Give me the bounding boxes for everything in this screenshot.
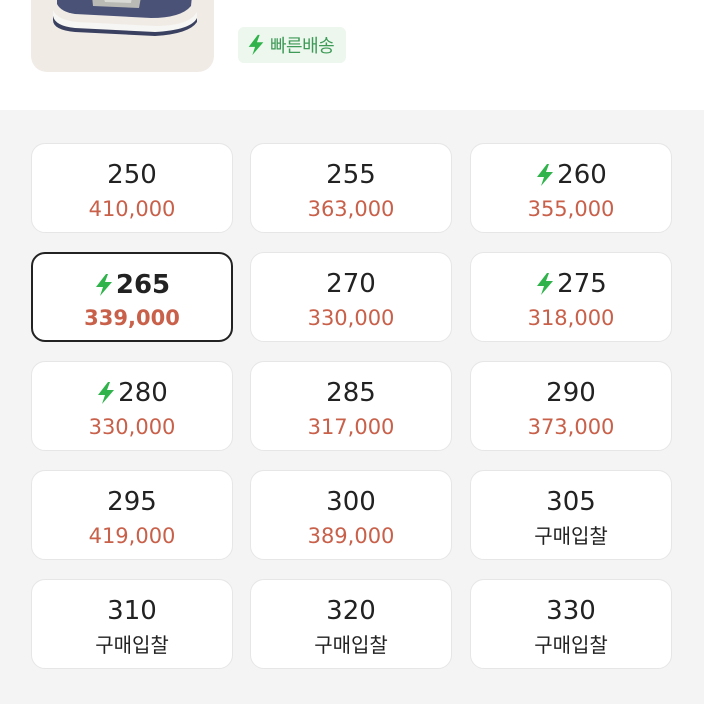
- size-row: 285: [251, 378, 451, 408]
- bid-label: 구매입찰: [95, 633, 169, 657]
- size-option-285[interactable]: 285 317,000: [250, 361, 452, 451]
- bid-label: 구매입찰: [534, 524, 608, 548]
- size-option-300[interactable]: 300 389,000: [250, 470, 452, 560]
- price-label: 363,000: [307, 197, 395, 221]
- size-grid: 250 410,000 255 363,000 260 355,000 265 339,000…: [0, 110, 704, 704]
- price-label: 410,000: [88, 197, 176, 221]
- price-label: 389,000: [307, 524, 395, 548]
- size-option-280[interactable]: 280 330,000: [31, 361, 233, 451]
- size-label: 295: [107, 487, 157, 517]
- size-option-270[interactable]: 270 330,000: [250, 252, 452, 342]
- product-header: 빠른배송: [0, 0, 704, 110]
- price-label: 317,000: [307, 415, 395, 439]
- size-label: 255: [326, 160, 376, 190]
- size-label: 290: [546, 378, 596, 408]
- fast-delivery-badge: 빠른배송: [238, 27, 347, 63]
- price-label: 355,000: [527, 197, 615, 221]
- size-row: 260: [471, 160, 671, 190]
- size-row: 300: [251, 487, 451, 517]
- size-option-255[interactable]: 255 363,000: [250, 143, 452, 233]
- size-option-265[interactable]: 265 339,000: [31, 252, 233, 342]
- size-label: 285: [326, 378, 376, 408]
- size-option-330[interactable]: 330 구매입찰: [470, 579, 672, 669]
- sneaker-image: [53, 0, 197, 36]
- size-label: 260: [557, 160, 607, 190]
- size-row: 270: [251, 269, 451, 299]
- size-label: 300: [326, 487, 376, 517]
- size-option-320[interactable]: 320 구매입찰: [250, 579, 452, 669]
- size-row: 255: [251, 160, 451, 190]
- size-option-260[interactable]: 260 355,000: [470, 143, 672, 233]
- price-label: 339,000: [84, 306, 180, 330]
- size-label: 330: [546, 596, 596, 626]
- size-row: 250: [32, 160, 232, 190]
- size-label: 250: [107, 160, 157, 190]
- size-row: 290: [471, 378, 671, 408]
- fast-delivery-label: 빠른배송: [270, 36, 335, 57]
- size-option-310[interactable]: 310 구매입찰: [31, 579, 233, 669]
- size-label: 305: [546, 487, 596, 517]
- lightning-icon: [98, 382, 115, 404]
- size-row: 265: [33, 270, 231, 300]
- size-label: 270: [326, 269, 376, 299]
- size-option-290[interactable]: 290 373,000: [470, 361, 672, 451]
- size-option-250[interactable]: 250 410,000: [31, 143, 233, 233]
- size-label: 310: [107, 596, 157, 626]
- price-label: 419,000: [88, 524, 176, 548]
- product-thumbnail[interactable]: [31, 0, 214, 72]
- size-label: 265: [115, 270, 171, 300]
- size-option-295[interactable]: 295 419,000: [31, 470, 233, 560]
- size-label: 275: [557, 269, 607, 299]
- price-label: 330,000: [88, 415, 176, 439]
- price-label: 318,000: [527, 306, 615, 330]
- size-row: 275: [471, 269, 671, 299]
- price-label: 330,000: [307, 306, 395, 330]
- lightning-icon: [537, 273, 554, 295]
- size-row: 280: [32, 378, 232, 408]
- price-label: 373,000: [527, 415, 615, 439]
- bid-label: 구매입찰: [534, 633, 608, 657]
- size-row: 305: [471, 487, 671, 517]
- size-row: 310: [32, 596, 232, 626]
- size-label: 280: [118, 378, 168, 408]
- size-row: 295: [32, 487, 232, 517]
- size-option-275[interactable]: 275 318,000: [470, 252, 672, 342]
- lightning-icon: [95, 274, 112, 296]
- size-row: 330: [471, 596, 671, 626]
- size-label: 320: [326, 596, 376, 626]
- size-row: 320: [251, 596, 451, 626]
- lightning-icon: [248, 34, 264, 56]
- size-option-305[interactable]: 305 구매입찰: [470, 470, 672, 560]
- lightning-icon: [537, 164, 554, 186]
- bid-label: 구매입찰: [314, 633, 388, 657]
